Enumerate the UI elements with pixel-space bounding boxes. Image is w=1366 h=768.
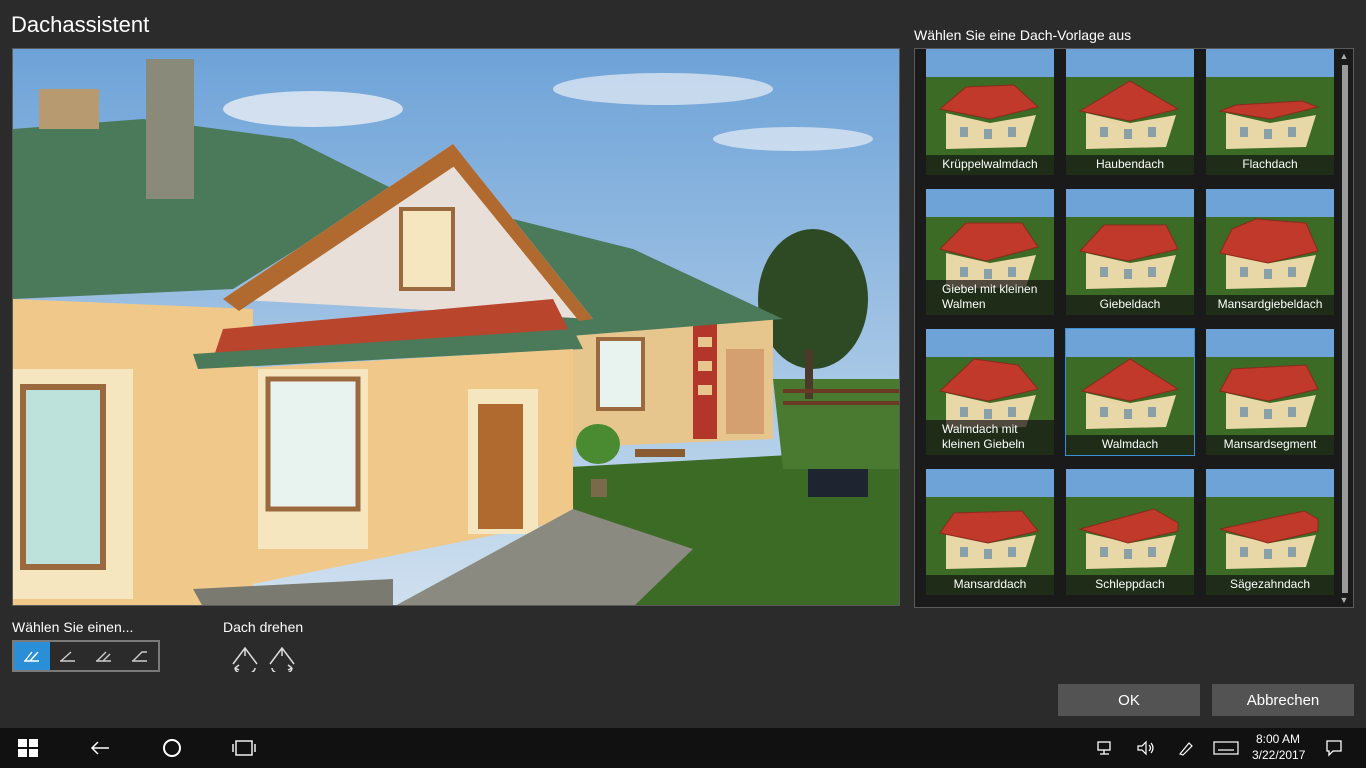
cortana-search-icon[interactable] xyxy=(154,728,190,768)
roof-template-label: Krüppelwalmdach xyxy=(926,155,1054,175)
gallery-title: Wählen Sie eine Dach-Vorlage aus xyxy=(914,27,1132,43)
rotate-left-icon xyxy=(232,646,258,675)
taskbar-clock[interactable]: 8:00 AM 3/22/2017 xyxy=(1252,731,1306,763)
windows-start-icon[interactable] xyxy=(10,728,46,768)
roof-template-label: Giebeldach xyxy=(1066,295,1194,315)
roof-template-label: Walmdach mit kleinen Giebeln xyxy=(926,420,1054,455)
roof-template-tile[interactable]: Flachdach xyxy=(1206,49,1334,175)
network-icon[interactable] xyxy=(1094,728,1118,768)
rotate-roof-label: Dach drehen xyxy=(223,619,304,635)
select-edge-pair-button[interactable] xyxy=(86,642,122,670)
select-mode-label: Wählen Sie einen... xyxy=(12,619,134,635)
select-edge-single-button[interactable] xyxy=(50,642,86,670)
rotate-right-icon xyxy=(269,646,295,675)
roof-template-label: Schleppdach xyxy=(1066,575,1194,595)
roof-template-tile[interactable]: Sägezahndach xyxy=(1206,469,1334,595)
back-arrow-icon[interactable] xyxy=(82,728,118,768)
roof-template-label: Mansarddach xyxy=(926,575,1054,595)
roof-template-label: Mansardsegment xyxy=(1206,435,1334,455)
select-edge-all-button[interactable] xyxy=(14,642,50,670)
rotate-left-button[interactable] xyxy=(229,644,261,675)
roof-preview-3d[interactable] xyxy=(12,48,900,606)
taskbar xyxy=(0,728,1366,768)
volume-icon[interactable] xyxy=(1134,728,1158,768)
dialog-title: Dachassistent xyxy=(11,12,150,37)
edge-single-icon xyxy=(60,651,75,662)
roof-template-tile[interactable]: Walmdach xyxy=(1065,328,1195,456)
task-view-icon[interactable] xyxy=(226,728,262,768)
rotate-right-button[interactable] xyxy=(266,644,298,675)
scroll-down-arrow[interactable]: ▼ xyxy=(1339,595,1349,605)
roof-template-label: Mansardgiebeldach xyxy=(1206,295,1334,315)
edge-pair-icon xyxy=(96,651,111,662)
roof-template-tile[interactable]: Mansarddach xyxy=(926,469,1054,595)
roof-template-label: Haubendach xyxy=(1066,155,1194,175)
roof-template-tile[interactable]: Krüppelwalmdach xyxy=(926,49,1054,175)
clock-date: 3/22/2017 xyxy=(1252,748,1306,762)
roof-template-tile[interactable]: Mansardgiebeldach xyxy=(1206,189,1334,315)
roof-template-label: Flachdach xyxy=(1206,155,1334,175)
scrollbar-thumb[interactable] xyxy=(1342,65,1348,593)
roof-template-label: Sägezahndach xyxy=(1206,575,1334,595)
roof-template-tile[interactable]: Giebeldach xyxy=(1066,189,1194,315)
roof-template-tile[interactable]: Haubendach xyxy=(1066,49,1194,175)
pen-icon[interactable] xyxy=(1174,728,1198,768)
keyboard-icon[interactable] xyxy=(1210,728,1242,768)
roof-template-gallery[interactable]: ▲ ▼ Krüppelwalmdach Haubendach Flachdach Gi… xyxy=(914,48,1354,608)
roof-template-label: Walmdach xyxy=(1066,435,1194,455)
scroll-up-arrow[interactable]: ▲ xyxy=(1339,51,1349,61)
select-edge-corner-button[interactable] xyxy=(122,642,158,670)
roof-template-label: Giebel mit kleinen Walmen xyxy=(926,280,1054,315)
edge-all-icon xyxy=(24,651,39,662)
ok-button[interactable]: OK xyxy=(1058,684,1200,716)
clock-time: 8:00 AM xyxy=(1255,732,1301,746)
roof-template-tile[interactable]: Schleppdach xyxy=(1066,469,1194,595)
roof-template-tile[interactable]: Mansardsegment xyxy=(1206,329,1334,455)
action-center-icon[interactable] xyxy=(1322,728,1346,768)
roof-template-tile[interactable]: Giebel mit kleinen Walmen xyxy=(926,189,1054,315)
select-mode-segment[interactable] xyxy=(12,640,160,672)
roof-template-tile[interactable]: Walmdach mit kleinen Giebeln xyxy=(926,329,1054,455)
edge-corner-icon xyxy=(132,651,147,662)
cancel-button[interactable]: Abbrechen xyxy=(1212,684,1354,716)
